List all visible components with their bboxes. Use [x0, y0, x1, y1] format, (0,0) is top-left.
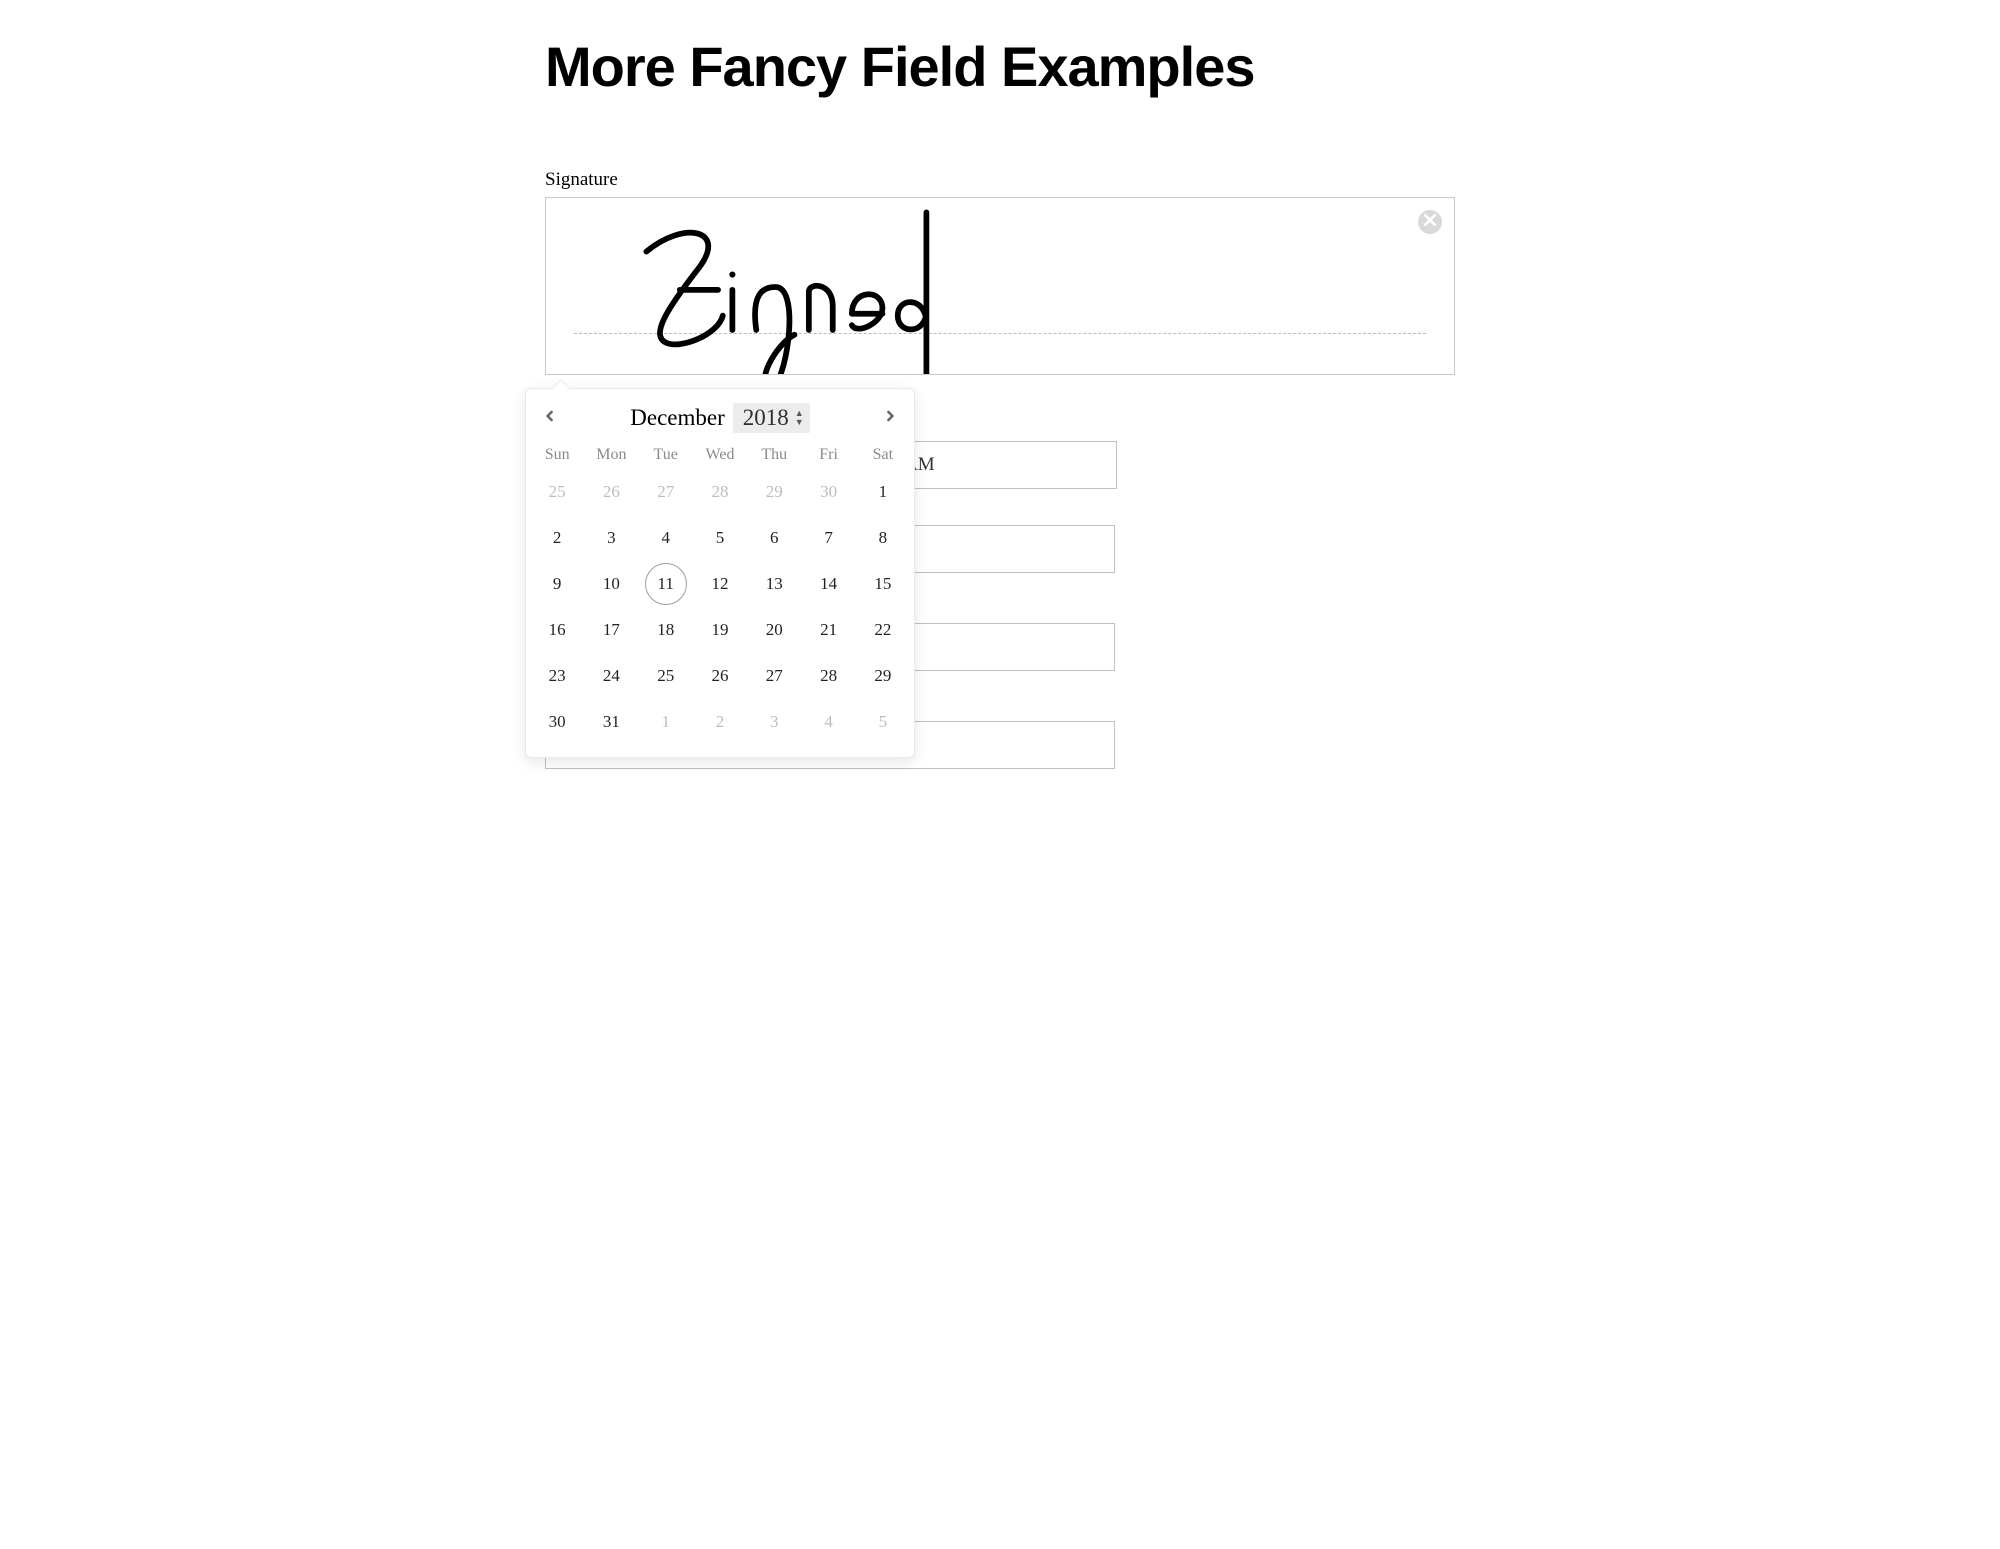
- datepicker-day[interactable]: 12: [693, 561, 747, 607]
- datepicker-day[interactable]: 6: [747, 515, 801, 561]
- datepicker-dow: Sun: [530, 441, 584, 469]
- datepicker-day[interactable]: 8: [856, 515, 910, 561]
- datepicker-day[interactable]: 20: [747, 607, 801, 653]
- datepicker-day[interactable]: 27: [639, 469, 693, 515]
- datepicker-day[interactable]: 2: [530, 515, 584, 561]
- datepicker-day[interactable]: 22: [856, 607, 910, 653]
- datepicker-dow: Sat: [856, 441, 910, 469]
- datepicker-day[interactable]: 11: [645, 563, 687, 605]
- datepicker-day[interactable]: 28: [801, 653, 855, 699]
- signature-clear-button[interactable]: [1418, 210, 1442, 234]
- datepicker-dow: Mon: [584, 441, 638, 469]
- close-icon: [1424, 213, 1436, 231]
- datepicker-day[interactable]: 7: [801, 515, 855, 561]
- popover-caret: [551, 379, 571, 399]
- datepicker-day[interactable]: 3: [584, 515, 638, 561]
- datepicker-dow: Thu: [747, 441, 801, 469]
- datepicker-day[interactable]: 3: [747, 699, 801, 745]
- datepicker-day[interactable]: 1: [856, 469, 910, 515]
- datepicker-day[interactable]: 29: [856, 653, 910, 699]
- datepicker-next-month[interactable]: [880, 408, 900, 428]
- chevron-right-icon: [884, 409, 896, 427]
- datepicker-day[interactable]: 24: [584, 653, 638, 699]
- datepicker-day[interactable]: 17: [584, 607, 638, 653]
- datepicker-month[interactable]: December: [630, 405, 725, 431]
- datepicker-day[interactable]: 19: [693, 607, 747, 653]
- datepicker-day[interactable]: 1: [639, 699, 693, 745]
- datepicker-day[interactable]: 28: [693, 469, 747, 515]
- datepicker-day[interactable]: 2: [693, 699, 747, 745]
- datepicker-title: December 2018 ▲ ▼: [630, 403, 809, 433]
- page-title: More Fancy Field Examples: [545, 34, 1455, 99]
- chevron-left-icon: [544, 409, 556, 427]
- datepicker-day[interactable]: 30: [801, 469, 855, 515]
- datepicker-dow: Tue: [639, 441, 693, 469]
- datepicker-day[interactable]: 23: [530, 653, 584, 699]
- datepicker-day[interactable]: 30: [530, 699, 584, 745]
- year-down-icon[interactable]: ▼: [795, 418, 804, 427]
- datepicker-day[interactable]: 14: [801, 561, 855, 607]
- signature-drawing: [546, 198, 1454, 374]
- datepicker-day[interactable]: 18: [639, 607, 693, 653]
- datepicker-day[interactable]: 25: [530, 469, 584, 515]
- datepicker-day[interactable]: 9: [530, 561, 584, 607]
- signature-baseline: [574, 333, 1426, 334]
- datepicker-day[interactable]: 13: [747, 561, 801, 607]
- datepicker-day[interactable]: 25: [639, 653, 693, 699]
- datepicker-day[interactable]: 29: [747, 469, 801, 515]
- datepicker-dow: Fri: [801, 441, 855, 469]
- datepicker-day[interactable]: 27: [747, 653, 801, 699]
- datepicker-day[interactable]: 31: [584, 699, 638, 745]
- signature-pad[interactable]: [545, 197, 1455, 375]
- datepicker-grid: SunMonTueWedThuFriSat2526272829301234567…: [530, 441, 910, 745]
- datepicker-year-spinner[interactable]: 2018 ▲ ▼: [733, 403, 810, 433]
- datepicker-popover: December 2018 ▲ ▼ SunMonTueWedThuFriSat 2…: [525, 388, 915, 758]
- datepicker-year: 2018: [743, 405, 789, 431]
- datepicker-day[interactable]: 16: [530, 607, 584, 653]
- signature-label: Signature: [545, 169, 1455, 191]
- datepicker-day[interactable]: 10: [584, 561, 638, 607]
- datepicker-day[interactable]: 4: [639, 515, 693, 561]
- datepicker-day[interactable]: 15: [856, 561, 910, 607]
- datepicker-day[interactable]: 5: [693, 515, 747, 561]
- datepicker-day[interactable]: 5: [856, 699, 910, 745]
- datepicker-day[interactable]: 26: [584, 469, 638, 515]
- datepicker-dow: Wed: [693, 441, 747, 469]
- datepicker-day[interactable]: 4: [801, 699, 855, 745]
- datepicker-day[interactable]: 26: [693, 653, 747, 699]
- datepicker-prev-month[interactable]: [540, 408, 560, 428]
- datepicker-day[interactable]: 21: [801, 607, 855, 653]
